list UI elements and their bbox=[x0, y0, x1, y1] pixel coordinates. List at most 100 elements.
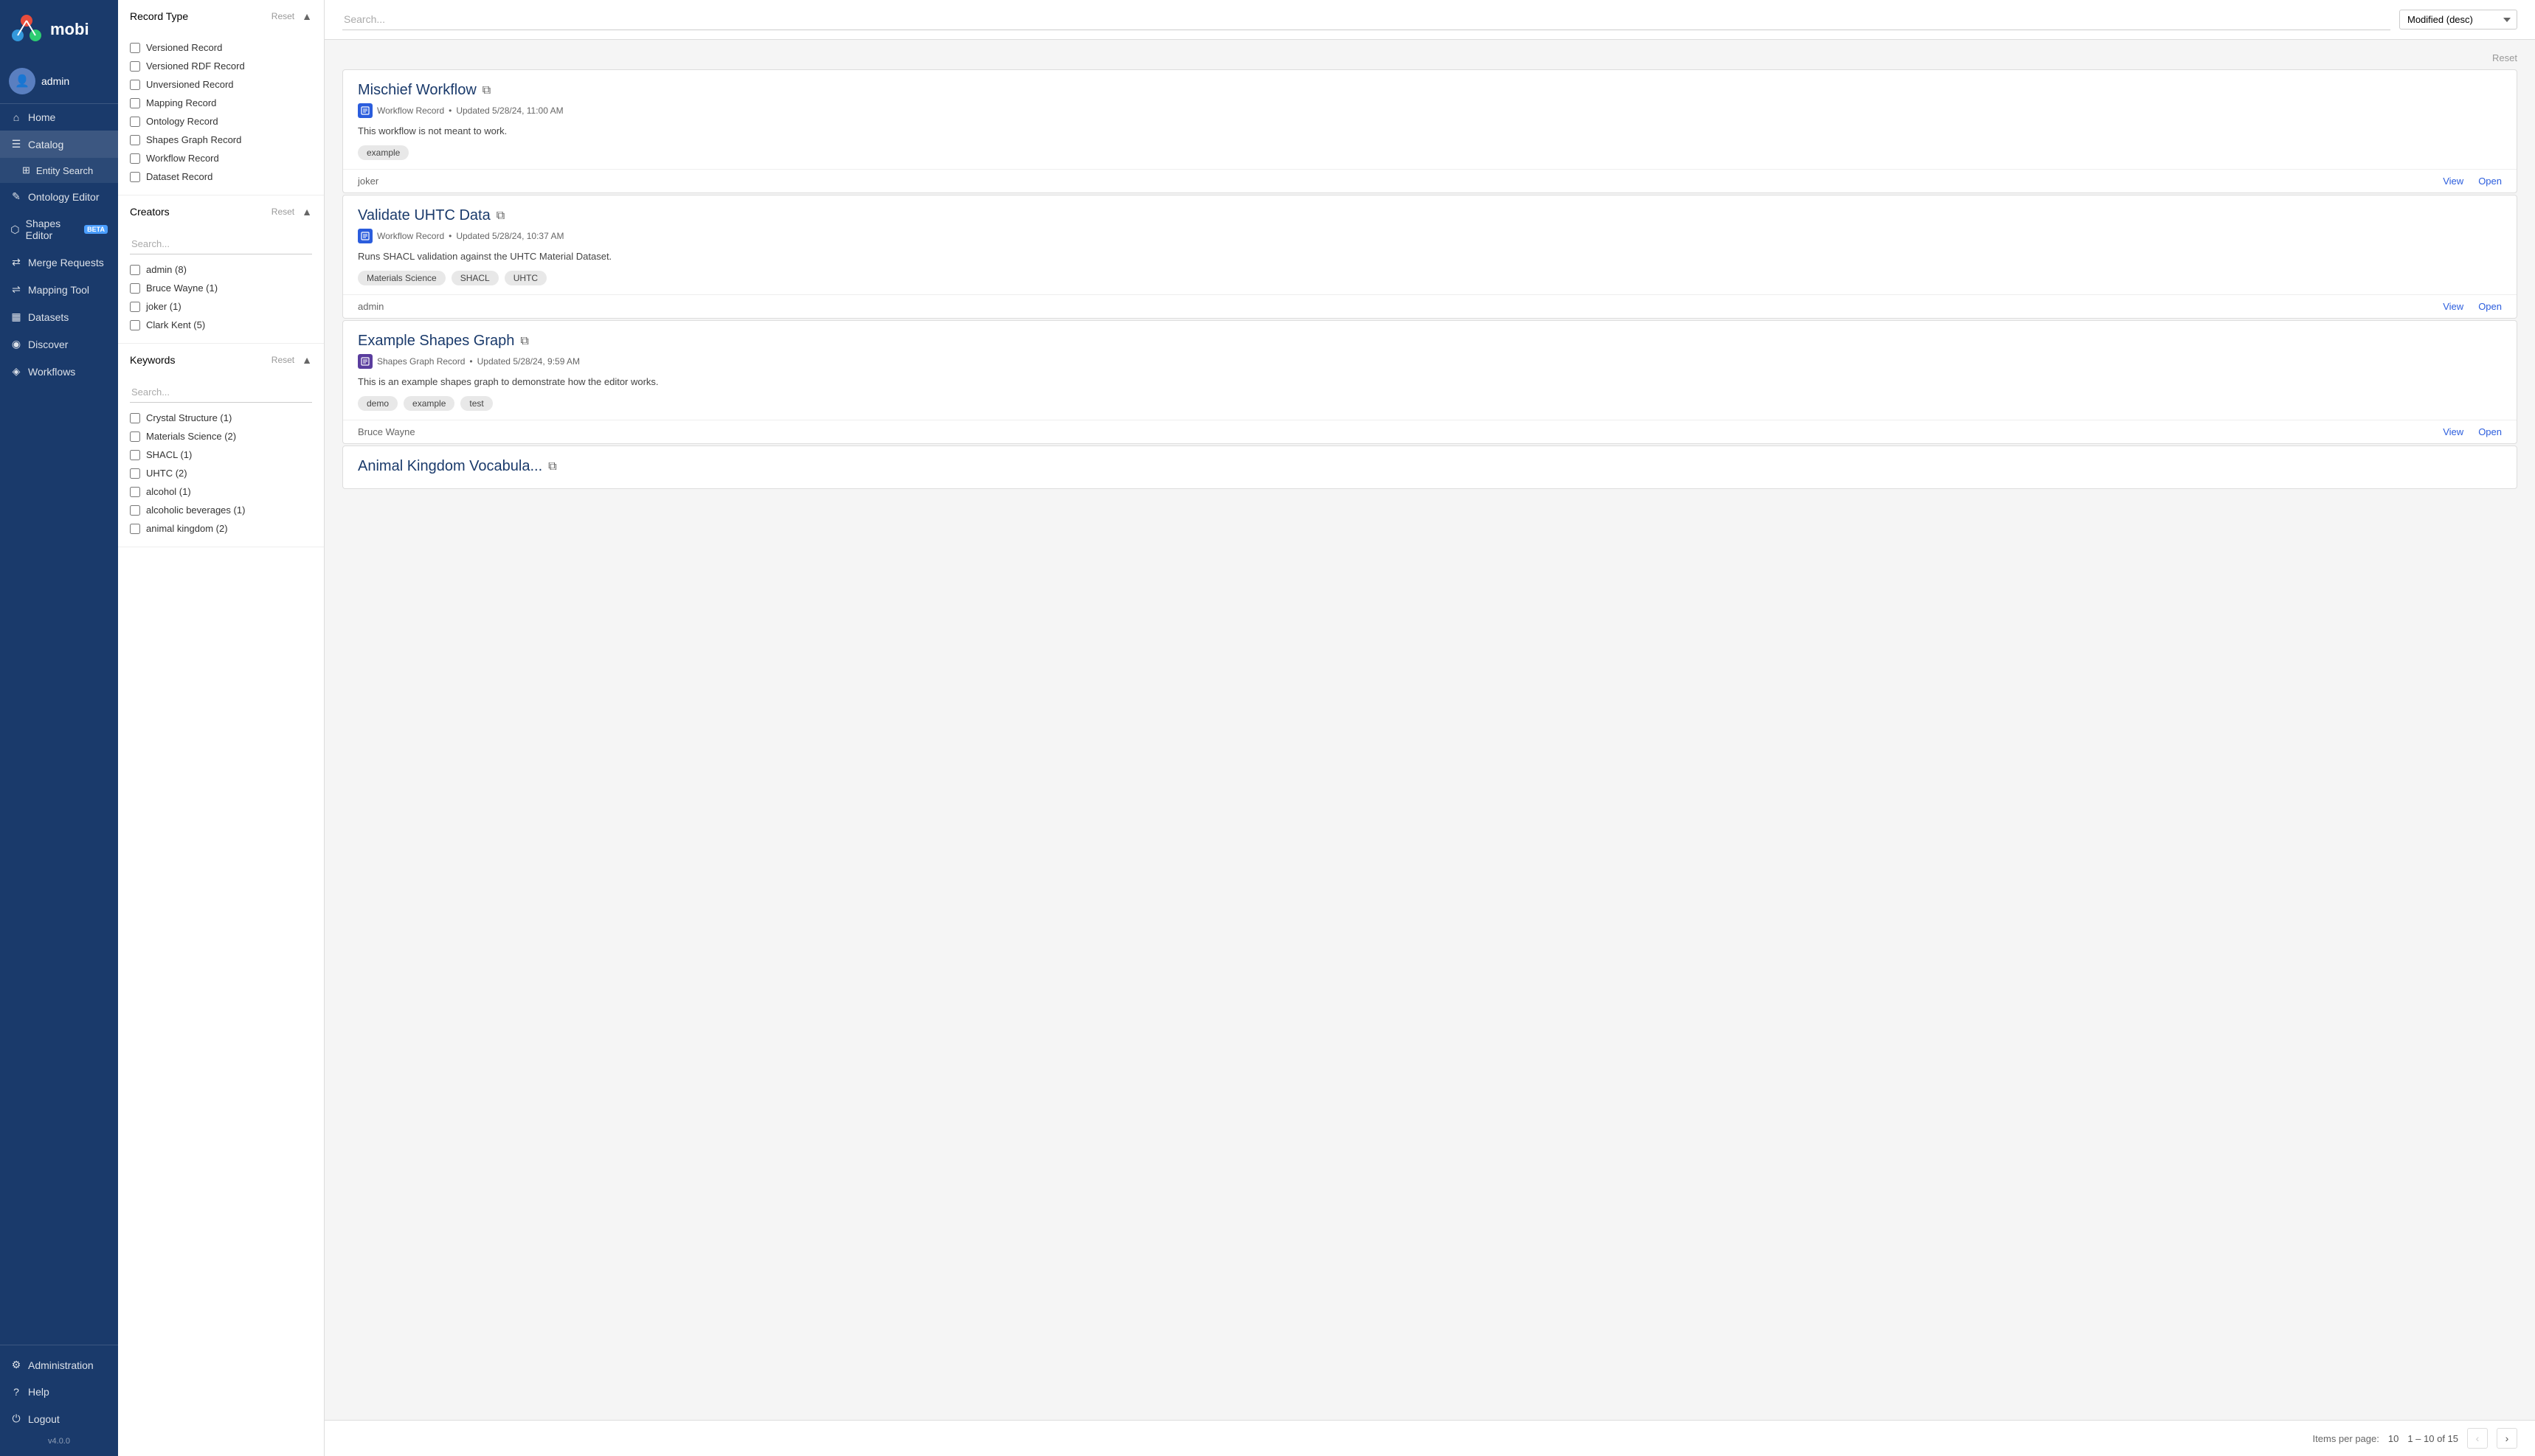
filter-label-shapes-graph-record: Shapes Graph Record bbox=[146, 134, 241, 145]
view-button-validate-uhtc[interactable]: View bbox=[2443, 301, 2463, 312]
filter-option-materials-science[interactable]: Materials Science (2) bbox=[130, 427, 312, 446]
filter-option-clark-kent[interactable]: Clark Kent (5) bbox=[130, 316, 312, 334]
filter-option-unversioned-record[interactable]: Unversioned Record bbox=[130, 75, 312, 94]
record-title-animal-kingdom: Animal Kingdom Vocabula... ⧉ bbox=[358, 458, 2502, 475]
copy-icon-mischief-workflow[interactable]: ⧉ bbox=[483, 84, 491, 97]
record-updated-validate-uhtc: Updated 5/28/24, 10:37 AM bbox=[456, 231, 564, 241]
view-button-mischief-workflow[interactable]: View bbox=[2443, 176, 2463, 187]
record-type-icon-mischief-workflow bbox=[358, 103, 373, 118]
filter-keywords-header[interactable]: Keywords Reset ▲ bbox=[118, 344, 324, 376]
filter-option-mapping-record[interactable]: Mapping Record bbox=[130, 94, 312, 112]
sidebar-item-workflows[interactable]: ◈ Workflows bbox=[0, 358, 118, 385]
checkbox-animal-kingdom[interactable] bbox=[130, 524, 140, 534]
checkbox-versioned-rdf-record[interactable] bbox=[130, 61, 140, 72]
filter-option-versioned-record[interactable]: Versioned Record bbox=[130, 38, 312, 57]
shapes-editor-icon: ⬡ bbox=[10, 223, 20, 236]
filter-option-animal-kingdom[interactable]: animal kingdom (2) bbox=[130, 519, 312, 538]
tag-demo: demo bbox=[358, 396, 398, 411]
sidebar-item-help[interactable]: ? Help bbox=[0, 1379, 118, 1405]
sidebar-item-ontology-editor[interactable]: ✎ Ontology Editor bbox=[0, 183, 118, 210]
administration-icon: ⚙ bbox=[10, 1359, 22, 1371]
filter-creators-options: admin (8) Bruce Wayne (1) joker (1) Clar… bbox=[118, 228, 324, 343]
filter-option-uhtc[interactable]: UHTC (2) bbox=[130, 464, 312, 482]
sidebar-item-mapping-tool[interactable]: ⇌ Mapping Tool bbox=[0, 276, 118, 303]
sidebar-item-datasets[interactable]: ▦ Datasets bbox=[0, 303, 118, 330]
checkbox-clark-kent[interactable] bbox=[130, 320, 140, 330]
filter-option-crystal-structure[interactable]: Crystal Structure (1) bbox=[130, 409, 312, 427]
filter-label-workflow-record: Workflow Record bbox=[146, 153, 219, 164]
checkbox-joker[interactable] bbox=[130, 302, 140, 312]
sidebar-item-catalog[interactable]: ☰ Catalog bbox=[0, 131, 118, 158]
sidebar-item-home[interactable]: ⌂ Home bbox=[0, 104, 118, 131]
tags-validate-uhtc: Materials Science SHACL UHTC bbox=[358, 271, 2502, 285]
checkbox-crystal-structure[interactable] bbox=[130, 413, 140, 423]
checkbox-dataset-record[interactable] bbox=[130, 172, 140, 182]
filter-label-versioned-record: Versioned Record bbox=[146, 42, 222, 53]
checkbox-admin[interactable] bbox=[130, 265, 140, 275]
filter-record-type-reset[interactable]: Reset bbox=[272, 11, 294, 21]
filter-creators-reset[interactable]: Reset bbox=[272, 207, 294, 217]
checkbox-alcohol[interactable] bbox=[130, 487, 140, 497]
checkbox-materials-science[interactable] bbox=[130, 431, 140, 442]
checkbox-alcoholic-beverages[interactable] bbox=[130, 505, 140, 516]
filter-option-joker[interactable]: joker (1) bbox=[130, 297, 312, 316]
filter-option-dataset-record[interactable]: Dataset Record bbox=[130, 167, 312, 186]
catalog-icon: ☰ bbox=[10, 138, 22, 150]
record-title-example-shapes-graph: Example Shapes Graph ⧉ bbox=[358, 333, 2502, 350]
sort-select[interactable]: Modified (desc) Modified (asc) Title (as… bbox=[2399, 10, 2517, 30]
open-button-mischief-workflow[interactable]: Open bbox=[2478, 176, 2502, 187]
filter-option-shapes-graph-record[interactable]: Shapes Graph Record bbox=[130, 131, 312, 149]
filter-record-type-header[interactable]: Record Type Reset ▲ bbox=[118, 0, 324, 32]
filter-option-versioned-rdf-record[interactable]: Versioned RDF Record bbox=[130, 57, 312, 75]
sidebar-item-shapes-editor[interactable]: ⬡ Shapes Editor BETA bbox=[0, 210, 118, 249]
record-actions-validate-uhtc: View Open bbox=[2443, 301, 2502, 312]
keywords-search-input[interactable] bbox=[130, 382, 312, 403]
filter-label-mapping-record: Mapping Record bbox=[146, 97, 216, 108]
checkbox-shapes-graph-record[interactable] bbox=[130, 135, 140, 145]
sidebar-item-datasets-label: Datasets bbox=[28, 311, 69, 323]
creators-search-input[interactable] bbox=[130, 234, 312, 254]
checkbox-mapping-record[interactable] bbox=[130, 98, 140, 108]
sidebar-item-discover[interactable]: ◉ Discover bbox=[0, 330, 118, 358]
sidebar-item-administration[interactable]: ⚙ Administration bbox=[0, 1351, 118, 1379]
filter-section-creators: Creators Reset ▲ admin (8) Bruce Wayne (… bbox=[118, 195, 324, 344]
sidebar-item-entity-search[interactable]: ⊞ Entity Search bbox=[0, 158, 118, 183]
results-reset-button[interactable]: Reset bbox=[2492, 52, 2517, 63]
record-card-body-validate-uhtc: Validate UHTC Data ⧉ Workflow Record • U… bbox=[343, 195, 2517, 294]
checkbox-unversioned-record[interactable] bbox=[130, 80, 140, 90]
checkbox-versioned-record[interactable] bbox=[130, 43, 140, 53]
filter-option-shacl[interactable]: SHACL (1) bbox=[130, 446, 312, 464]
user-profile[interactable]: 👤 admin bbox=[0, 59, 118, 104]
checkbox-workflow-record[interactable] bbox=[130, 153, 140, 164]
sidebar-item-merge-requests-label: Merge Requests bbox=[28, 257, 104, 268]
open-button-example-shapes-graph[interactable]: Open bbox=[2478, 426, 2502, 437]
filter-option-alcohol[interactable]: alcohol (1) bbox=[130, 482, 312, 501]
tag-test: test bbox=[460, 396, 492, 411]
copy-icon-example-shapes-graph[interactable]: ⧉ bbox=[520, 335, 528, 348]
pagination-prev-button[interactable]: ‹ bbox=[2467, 1428, 2488, 1449]
filter-keywords-reset[interactable]: Reset bbox=[272, 355, 294, 365]
sidebar-item-merge-requests[interactable]: ⇄ Merge Requests bbox=[0, 249, 118, 276]
copy-icon-animal-kingdom[interactable]: ⧉ bbox=[548, 460, 556, 474]
checkbox-ontology-record[interactable] bbox=[130, 117, 140, 127]
record-desc-validate-uhtc: Runs SHACL validation against the UHTC M… bbox=[358, 251, 2502, 262]
open-button-validate-uhtc[interactable]: Open bbox=[2478, 301, 2502, 312]
record-card-body-example-shapes-graph: Example Shapes Graph ⧉ Shapes Graph Reco… bbox=[343, 321, 2517, 420]
filter-option-alcoholic-beverages[interactable]: alcoholic beverages (1) bbox=[130, 501, 312, 519]
record-card-body-mischief-workflow: Mischief Workflow ⧉ Workflow Record • Up… bbox=[343, 70, 2517, 169]
filter-option-bruce-wayne[interactable]: Bruce Wayne (1) bbox=[130, 279, 312, 297]
view-button-example-shapes-graph[interactable]: View bbox=[2443, 426, 2463, 437]
checkbox-shacl[interactable] bbox=[130, 450, 140, 460]
sidebar-item-catalog-label: Catalog bbox=[28, 139, 63, 150]
filter-option-ontology-record[interactable]: Ontology Record bbox=[130, 112, 312, 131]
pagination-next-button[interactable]: › bbox=[2497, 1428, 2517, 1449]
checkbox-uhtc[interactable] bbox=[130, 468, 140, 479]
filter-option-admin[interactable]: admin (8) bbox=[130, 260, 312, 279]
results-search-input[interactable] bbox=[342, 9, 2390, 30]
sidebar-item-logout[interactable]: ⏻ Logout bbox=[0, 1405, 118, 1432]
filter-option-workflow-record[interactable]: Workflow Record bbox=[130, 149, 312, 167]
checkbox-bruce-wayne[interactable] bbox=[130, 283, 140, 294]
filter-creators-header[interactable]: Creators Reset ▲ bbox=[118, 195, 324, 228]
tag-example: example bbox=[404, 396, 454, 411]
copy-icon-validate-uhtc[interactable]: ⧉ bbox=[497, 209, 505, 223]
